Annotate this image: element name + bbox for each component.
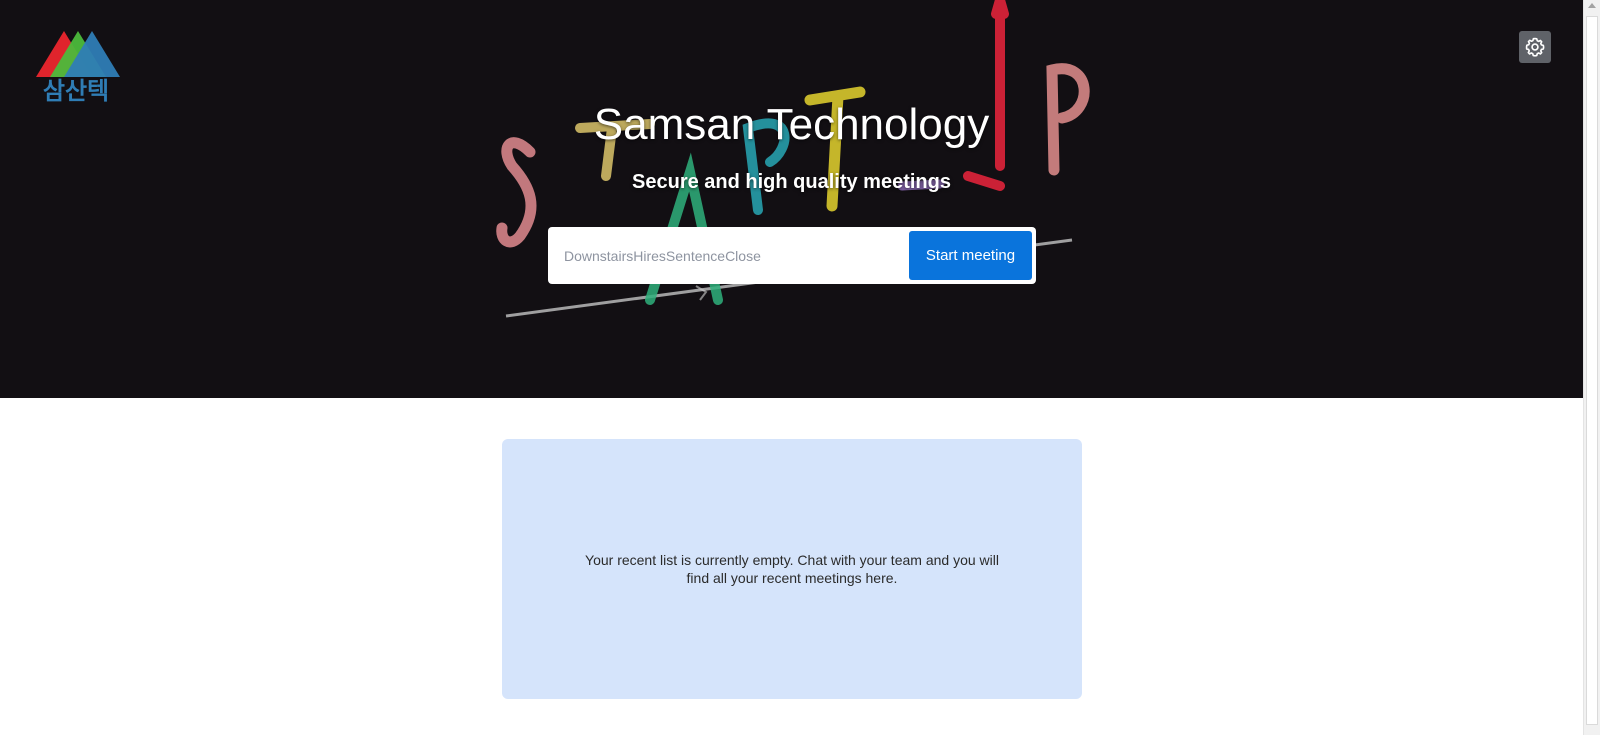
gear-icon — [1525, 37, 1545, 57]
scroll-up-arrow-icon[interactable] — [1588, 3, 1596, 8]
startup-background-art — [496, 0, 1090, 318]
start-meeting-button[interactable]: Start meeting — [909, 231, 1032, 280]
recent-meetings-panel: Your recent list is currently empty. Cha… — [502, 439, 1082, 699]
scrollbar-thumb[interactable] — [1586, 16, 1598, 725]
hero-banner: 삼산텍 Samsan Technology Secure and high qu… — [0, 0, 1583, 398]
page-title: Samsan Technology — [593, 100, 990, 149]
vertical-scrollbar[interactable] — [1583, 0, 1600, 735]
recent-empty-message: Your recent list is currently empty. Cha… — [585, 552, 999, 586]
page-subtitle: Secure and high quality meetings — [632, 171, 951, 193]
settings-button[interactable] — [1519, 31, 1551, 63]
room-name-input[interactable] — [562, 240, 896, 272]
join-meeting-form: Start meeting — [548, 227, 1036, 284]
mountain-logo: 삼산텍 — [30, 29, 122, 105]
